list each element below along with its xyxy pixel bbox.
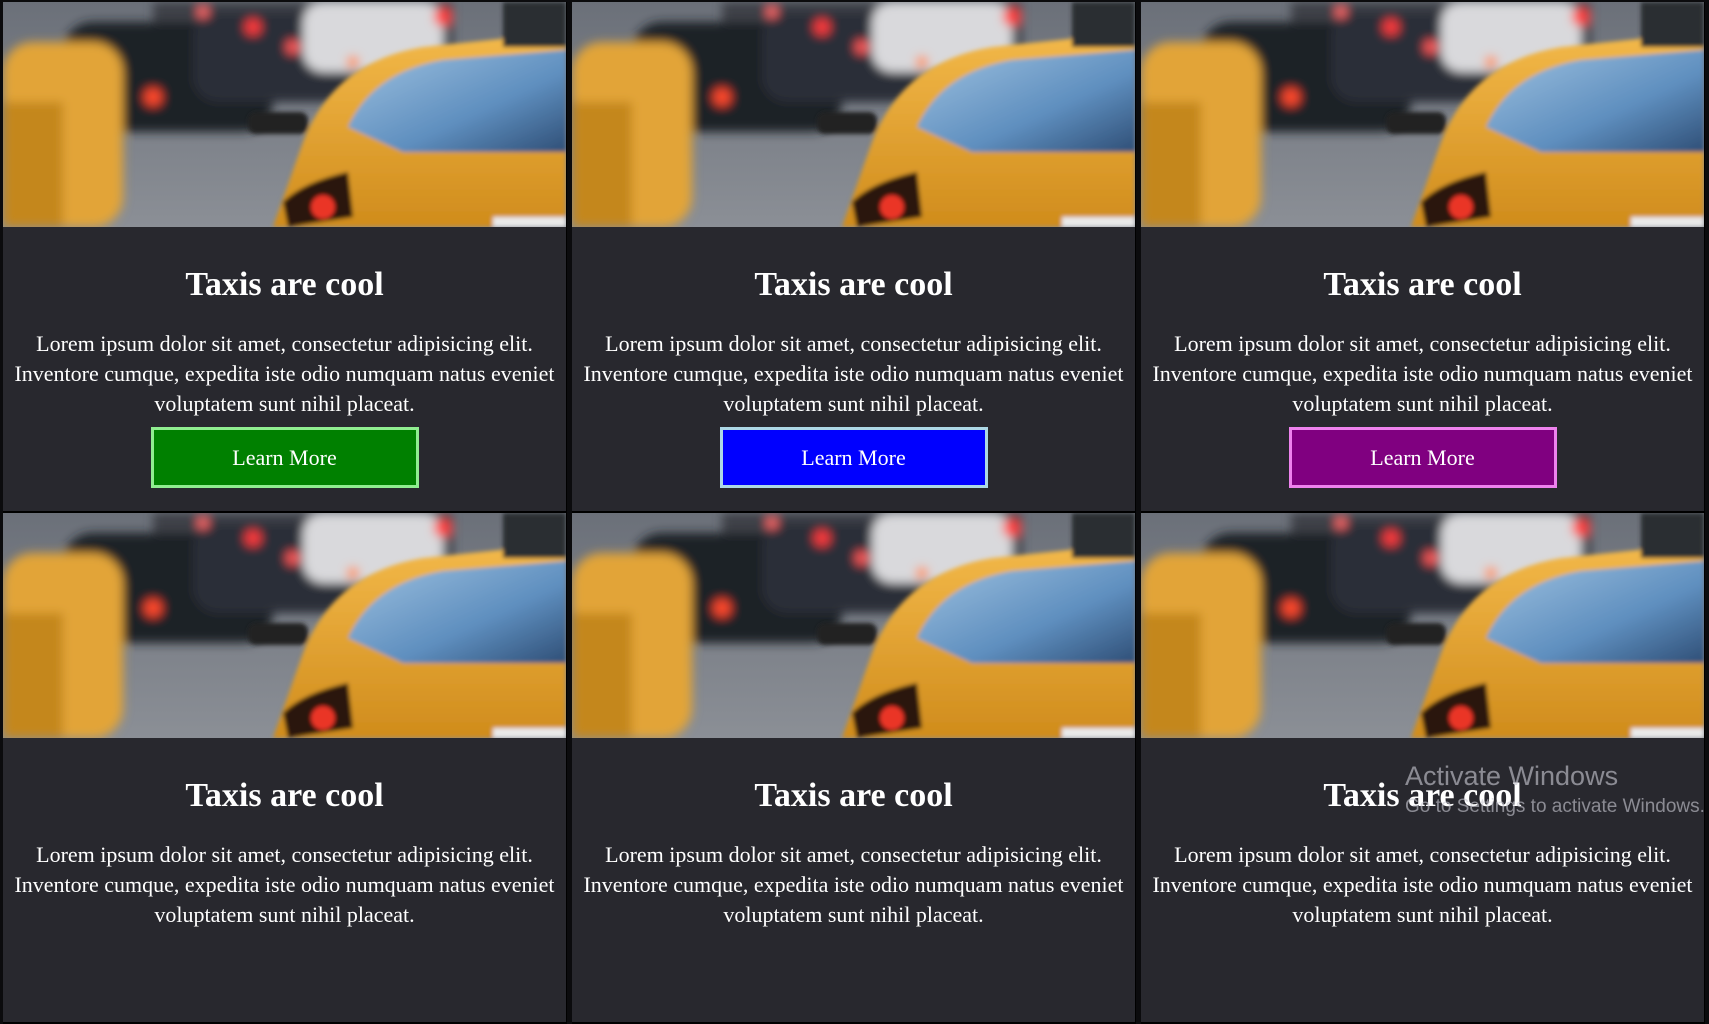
card-image xyxy=(572,2,1135,227)
card: Taxis are cool Lorem ipsum dolor sit ame… xyxy=(572,513,1136,1024)
taxi-traffic-photo xyxy=(3,513,566,738)
card: Taxis are cool Lorem ipsum dolor sit ame… xyxy=(1141,2,1705,513)
card-image xyxy=(3,513,566,738)
taxi-traffic-photo xyxy=(572,513,1135,738)
card-title: Taxis are cool xyxy=(185,777,384,814)
learn-more-button[interactable]: Learn More xyxy=(150,427,419,488)
card-text: Lorem ipsum dolor sit amet, consectetur … xyxy=(583,842,1124,927)
card: Taxis are cool Lorem ipsum dolor sit ame… xyxy=(3,2,567,513)
card-grid: Taxis are cool Lorem ipsum dolor sit ame… xyxy=(0,0,1709,1024)
card-image xyxy=(1141,513,1704,738)
card-text: Lorem ipsum dolor sit amet, consectetur … xyxy=(14,331,555,416)
card-title: Taxis are cool xyxy=(754,777,953,814)
card-image xyxy=(3,2,566,227)
card: Taxis are cool Lorem ipsum dolor sit ame… xyxy=(1141,513,1705,1024)
card-text: Lorem ipsum dolor sit amet, consectetur … xyxy=(14,842,555,927)
card-title: Taxis are cool xyxy=(754,266,953,303)
card-image xyxy=(572,513,1135,738)
card-image xyxy=(1141,2,1704,227)
taxi-traffic-photo xyxy=(1141,2,1704,227)
card: Taxis are cool Lorem ipsum dolor sit ame… xyxy=(572,2,1136,513)
card-title: Taxis are cool xyxy=(1323,777,1522,814)
card-text: Lorem ipsum dolor sit amet, consectetur … xyxy=(583,331,1124,416)
taxi-traffic-photo xyxy=(3,2,566,227)
card-text: Lorem ipsum dolor sit amet, consectetur … xyxy=(1152,331,1693,416)
learn-more-button[interactable]: Learn More xyxy=(719,427,988,488)
taxi-traffic-photo xyxy=(572,2,1135,227)
card: Taxis are cool Lorem ipsum dolor sit ame… xyxy=(3,513,567,1024)
card-title: Taxis are cool xyxy=(185,266,384,303)
learn-more-button[interactable]: Learn More xyxy=(1288,427,1557,488)
taxi-traffic-photo xyxy=(1141,513,1704,738)
card-title: Taxis are cool xyxy=(1323,266,1522,303)
card-text: Lorem ipsum dolor sit amet, consectetur … xyxy=(1152,842,1693,927)
